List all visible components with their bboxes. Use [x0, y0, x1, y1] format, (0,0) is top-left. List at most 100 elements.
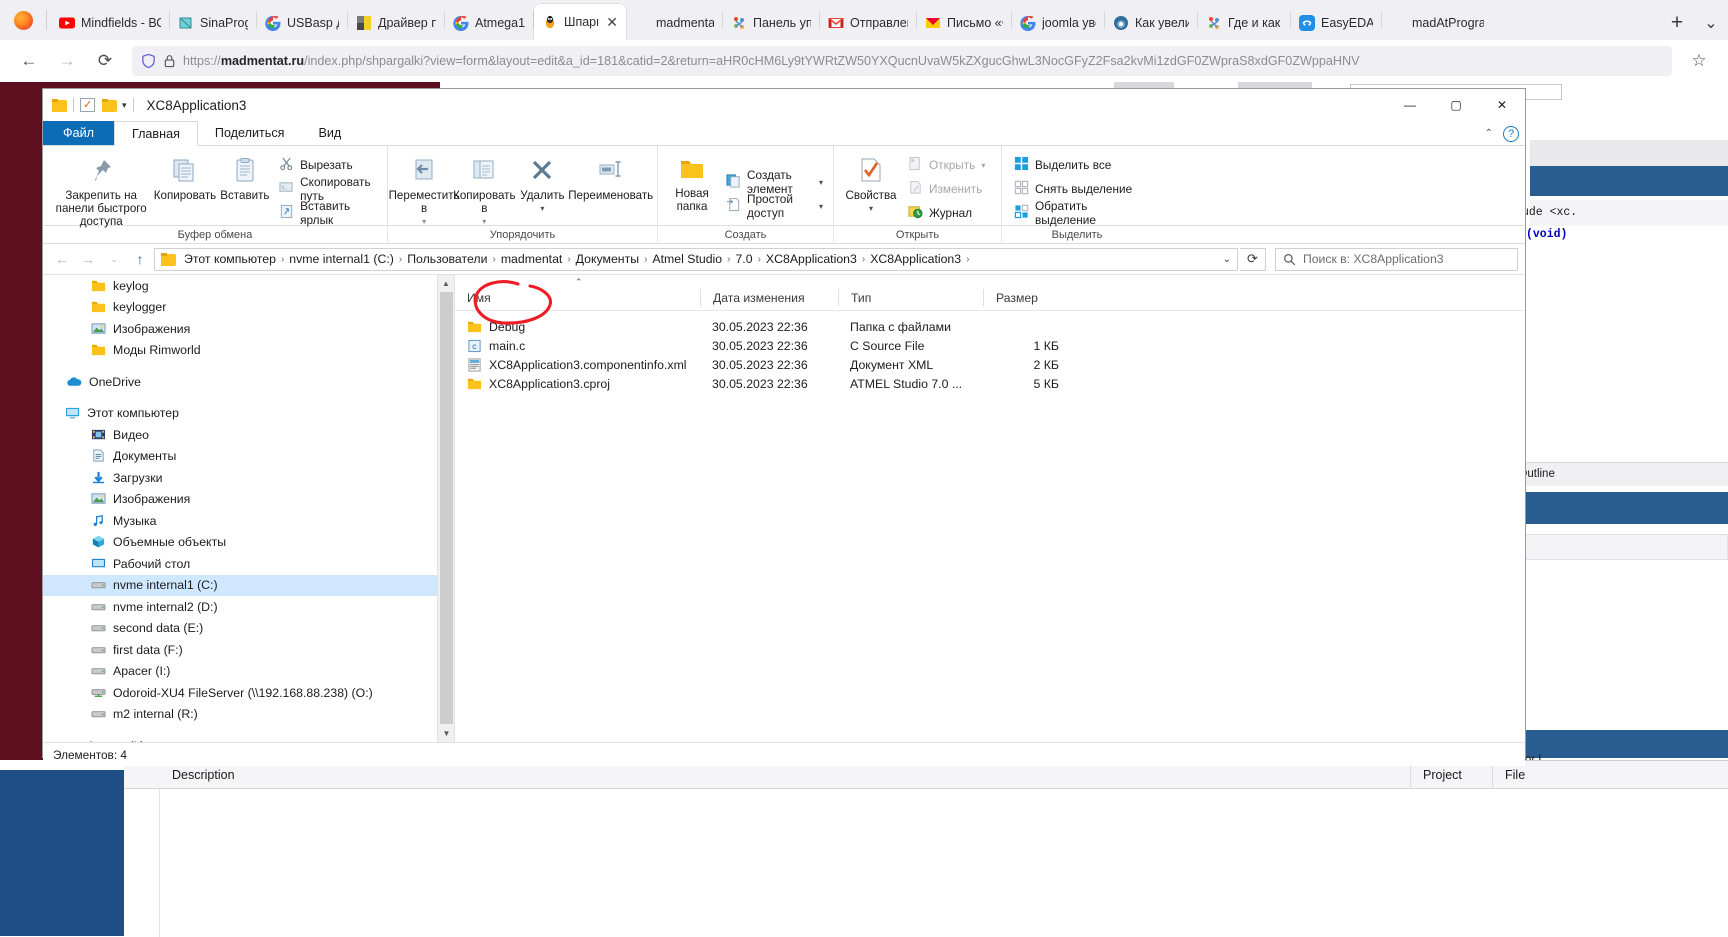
up-button[interactable]: ↑: [128, 247, 152, 271]
qat-caret-icon[interactable]: ▾: [122, 100, 127, 111]
browser-tab-10[interactable]: Письмо «Ф: [917, 6, 1011, 40]
edit-button[interactable]: Изменить: [908, 179, 985, 200]
browser-tab-7[interactable]: madmentat.ru/f: [626, 6, 722, 40]
browser-tab-14[interactable]: EasyEDA (ст: [1291, 6, 1381, 40]
lock-icon[interactable]: [163, 53, 176, 69]
browser-tab-9[interactable]: Отправлен: [820, 6, 916, 40]
nav-item-keylogger[interactable]: keylogger: [43, 297, 454, 319]
qat-properties-icon[interactable]: ✓: [80, 98, 95, 112]
nav-scroll-down-icon[interactable]: ▼: [438, 725, 454, 742]
table-row[interactable]: c main.c 30.05.2023 22:36 C Source File 1 КБ: [455, 336, 1525, 355]
easy-access-button[interactable]: Простой доступ ▾: [726, 192, 823, 220]
browser-tab-5[interactable]: Atmega168: [445, 6, 533, 40]
close-button[interactable]: ✕: [1479, 89, 1525, 121]
move-to-caret-icon[interactable]: ▾: [422, 215, 426, 228]
nav-item-[interactable]: Музыка: [43, 510, 454, 532]
breadcrumb[interactable]: Этот компьютер › nvme internal1 (C:) › Польз…: [154, 247, 1238, 271]
browser-tab-12[interactable]: ◉ Как увеличи: [1105, 6, 1197, 40]
back-button[interactable]: ←: [12, 44, 46, 78]
recent-locations-button[interactable]: ⌄: [102, 247, 126, 271]
bookmark-star-icon[interactable]: ☆: [1682, 44, 1716, 78]
delete-button[interactable]: Удалить ▾: [514, 149, 570, 225]
tab-view[interactable]: Вид: [301, 121, 358, 145]
column-header-size[interactable]: Размер: [983, 288, 1073, 307]
paste-shortcut-button[interactable]: Вставить ярлык: [279, 199, 377, 227]
paste-button[interactable]: Вставить: [217, 149, 274, 225]
invert-selection-button[interactable]: Обратить выделение: [1014, 199, 1142, 227]
search-input[interactable]: Поиск в: XC8Application3: [1275, 247, 1518, 271]
nav-item-m2-internal-r[interactable]: m2 internal (R:): [43, 704, 454, 726]
nav-item-[interactable]: Видео: [43, 424, 454, 446]
breadcrumb-item[interactable]: 7.0: [731, 252, 756, 266]
nav-item-second-data-e[interactable]: second data (E:): [43, 618, 454, 640]
breadcrumb-item[interactable]: XC8Application3: [866, 252, 965, 266]
breadcrumb-item[interactable]: XC8Application3: [762, 252, 861, 266]
pin-to-quick-access-button[interactable]: Закрепить на панели быстрого доступа: [49, 149, 153, 228]
copy-button[interactable]: Копировать: [153, 149, 216, 225]
nav-item-[interactable]: Этот компьютер: [43, 403, 454, 425]
nav-forward-button[interactable]: →: [76, 247, 100, 271]
nav-item-odoroid-xu4-fileserver-192-168-88-238-o[interactable]: Odoroid-XU4 FileServer (\\192.168.88.238…: [43, 682, 454, 704]
column-header-date[interactable]: Дата изменения: [700, 288, 838, 307]
easy-access-caret-icon[interactable]: ▾: [819, 202, 823, 211]
nav-item-apacer-i[interactable]: Apacer (I:): [43, 661, 454, 683]
open-caret-icon[interactable]: ▾: [981, 161, 985, 170]
shield-icon[interactable]: [141, 53, 156, 69]
nav-item-onedrive[interactable]: OneDrive: [43, 371, 454, 393]
copy-path-button[interactable]: \\.. Скопировать путь: [279, 175, 377, 203]
delete-caret-icon[interactable]: ▾: [540, 202, 544, 215]
nav-scrollbar[interactable]: ▲ ▼: [437, 275, 454, 742]
help-icon[interactable]: ?: [1503, 125, 1519, 142]
select-all-button[interactable]: Выделить все: [1014, 155, 1142, 176]
breadcrumb-item[interactable]: Atmel Studio: [648, 252, 726, 266]
open-button[interactable]: Открыть ▾: [908, 155, 985, 176]
breadcrumb-item[interactable]: Этот компьютер: [180, 252, 280, 266]
tab-close-icon[interactable]: ✕: [606, 14, 618, 31]
tab-share[interactable]: Поделиться: [198, 121, 302, 145]
tab-home[interactable]: Главная: [113, 121, 198, 146]
file-name-cell[interactable]: XC8Application3.componentinfo.xml: [455, 358, 700, 372]
nav-item-first-data-f[interactable]: first data (F:): [43, 639, 454, 661]
nav-item-[interactable]: Документы: [43, 446, 454, 468]
nav-item-rimworld[interactable]: Моды Rimworld: [43, 340, 454, 362]
list-all-tabs-button[interactable]: ⌄: [1694, 6, 1728, 40]
nav-scroll-up-icon[interactable]: ▲: [438, 275, 454, 292]
nav-item-apacer-i[interactable]: Apacer (I:): [43, 735, 454, 742]
new-item-caret-icon[interactable]: ▾: [819, 178, 823, 187]
table-row[interactable]: XC8Application3.cproj 30.05.2023 22:36 ATM…: [455, 374, 1525, 393]
breadcrumb-item[interactable]: nvme internal1 (C:): [285, 252, 398, 266]
browser-tab-4[interactable]: Драйвер пр: [348, 6, 444, 40]
column-header-type[interactable]: Тип: [838, 288, 983, 307]
nav-item-[interactable]: Изображения: [43, 318, 454, 340]
rename-button[interactable]: Переименовать: [568, 149, 653, 225]
breadcrumb-dropdown-icon[interactable]: ⌄: [1223, 254, 1231, 265]
move-to-button[interactable]: Переместить в ▾: [389, 149, 460, 228]
select-none-button[interactable]: Снять выделение: [1014, 179, 1142, 200]
nav-item-[interactable]: Изображения: [43, 489, 454, 511]
browser-tab-15[interactable]: madAtProgramm: [1382, 6, 1492, 40]
browser-tab-2[interactable]: SinaProg: [170, 6, 256, 40]
file-name-cell[interactable]: c main.c: [455, 339, 700, 353]
url-bar[interactable]: https://madmentat.ru/index.php/shpargalk…: [132, 46, 1672, 76]
nav-item-[interactable]: Рабочий стол: [43, 553, 454, 575]
properties-caret-icon[interactable]: ▾: [869, 202, 873, 215]
forward-button[interactable]: →: [50, 44, 84, 78]
new-folder-button[interactable]: Новая папка: [664, 149, 720, 225]
nav-back-button[interactable]: ←: [50, 247, 74, 271]
breadcrumb-item[interactable]: Документы: [572, 252, 643, 266]
refresh-button[interactable]: ⟳: [1240, 247, 1266, 271]
file-name-cell[interactable]: XC8Application3.cproj: [455, 377, 700, 391]
reload-button[interactable]: ⟳: [88, 44, 122, 78]
table-row[interactable]: Debug 30.05.2023 22:36 Папка с файлами: [455, 317, 1525, 336]
tab-file[interactable]: Файл: [43, 121, 114, 145]
breadcrumb-separator-icon[interactable]: ›: [965, 254, 970, 265]
browser-tab-8[interactable]: Панель упр: [723, 6, 819, 40]
cut-button[interactable]: Вырезать: [279, 155, 377, 176]
copy-to-caret-icon[interactable]: ▾: [482, 215, 486, 228]
nav-item-keylog[interactable]: keylog: [43, 275, 454, 297]
new-item-button[interactable]: Создать элемент ▾: [726, 168, 823, 196]
browser-tab-13[interactable]: Где и как ув: [1198, 6, 1290, 40]
nav-item-nvme-internal2-d[interactable]: nvme internal2 (D:): [43, 596, 454, 618]
browser-tab-1[interactable]: Mindfields - ВОСПРОИЗВОД: [51, 6, 169, 40]
nav-item-[interactable]: Загрузки: [43, 467, 454, 489]
